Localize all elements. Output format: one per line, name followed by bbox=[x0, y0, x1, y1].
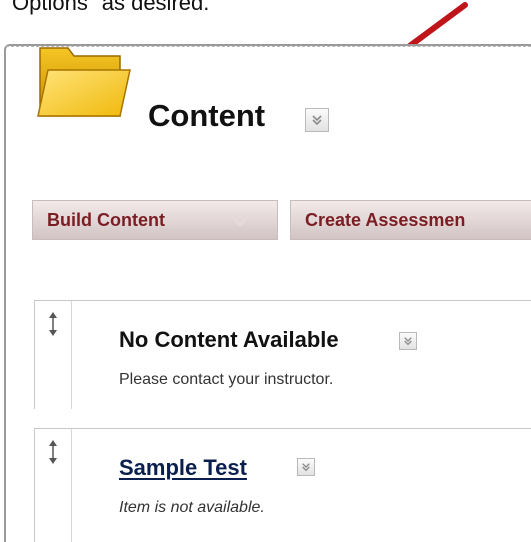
chevron-down-icon bbox=[230, 215, 250, 228]
create-assessment-button[interactable]: Create Assessmen bbox=[290, 200, 531, 240]
chevron-down-icon bbox=[312, 115, 322, 126]
build-content-label: Build Content bbox=[47, 209, 165, 230]
drag-handle-column[interactable] bbox=[35, 301, 72, 409]
item-description: Item is not available. bbox=[119, 499, 265, 516]
build-content-button[interactable]: Build Content bbox=[32, 200, 278, 240]
item-title-link[interactable]: Sample Test bbox=[119, 455, 247, 481]
content-options-chevron[interactable] bbox=[305, 108, 329, 132]
drag-handle-icon[interactable] bbox=[43, 439, 63, 465]
page-title: Content bbox=[148, 98, 266, 133]
item-title: No Content Available bbox=[119, 327, 339, 352]
drag-handle-icon[interactable] bbox=[43, 311, 63, 337]
content-item: No Content Available Please contact your… bbox=[34, 300, 531, 409]
content-item: Sample Test Item is not available. bbox=[34, 428, 531, 542]
chevron-down-icon bbox=[302, 463, 310, 472]
folder-icon bbox=[37, 47, 131, 117]
create-assessment-label: Create Assessmen bbox=[305, 209, 466, 230]
item-description: Please contact your instructor. bbox=[119, 371, 334, 388]
item-options-chevron[interactable] bbox=[399, 332, 417, 350]
item-options-chevron[interactable] bbox=[297, 458, 315, 476]
instruction-caption: Options" as desired. bbox=[12, 0, 210, 15]
drag-handle-column[interactable] bbox=[35, 429, 72, 542]
chevron-down-icon bbox=[404, 337, 412, 346]
